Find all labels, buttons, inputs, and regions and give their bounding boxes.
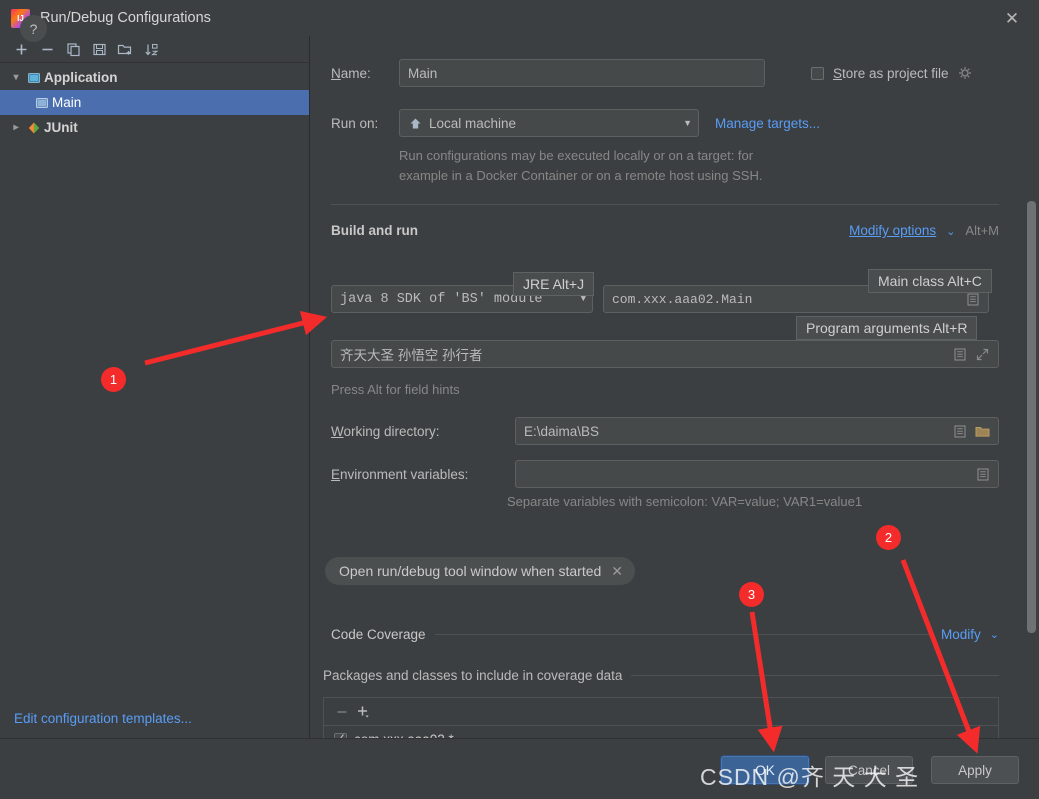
folder-icon[interactable] [975, 424, 990, 439]
annotation-badge-1: 1 [101, 367, 126, 392]
modify-options-shortcut: Alt+M [965, 223, 999, 238]
manage-targets-link[interactable]: Manage targets... [715, 116, 820, 131]
title-bar: Run/Debug Configurations ✕ [0, 0, 1039, 36]
application-icon [24, 71, 44, 85]
packages-section: Packages and classes to include in cover… [323, 668, 999, 683]
run-on-label: Run on: [331, 115, 379, 131]
chevron-down-icon[interactable]: ⌄ [990, 628, 999, 641]
chevron-down-icon[interactable]: ▾ [8, 72, 24, 83]
modify-options-link[interactable]: Modify options [849, 223, 936, 238]
run-debug-configurations-dialog: Run/Debug Configurations ✕ [0, 0, 1039, 799]
main-class-value: com.xxx.aaa02.Main [612, 291, 753, 307]
target-description-line2: example in a Docker Container or on a re… [399, 168, 763, 183]
form-scrollbar[interactable] [1027, 201, 1036, 738]
store-as-project-file-label: Store as project file [833, 65, 949, 81]
page-title: Run/Debug Configurations [40, 10, 211, 26]
tree-node-main[interactable]: Main [0, 90, 309, 115]
configurations-tree: ▾ Application Main ▸ JUnit [0, 63, 309, 140]
coverage-packages-list: com.xxx.aaa02.* [323, 697, 999, 738]
open-tool-window-option[interactable]: Open run/debug tool window when started … [325, 557, 636, 585]
run-config-icon [32, 96, 52, 110]
gear-icon[interactable] [958, 66, 973, 81]
tree-node-junit[interactable]: ▸ JUnit [0, 115, 309, 140]
copy-icon[interactable] [60, 38, 86, 60]
close-icon[interactable]: ✕ [1001, 8, 1023, 30]
close-icon[interactable]: ✕ [611, 563, 623, 580]
annotation-badge-3: 3 [739, 582, 764, 607]
store-as-project-file-checkbox[interactable] [811, 66, 824, 80]
environment-variables-label: Environment variables: [331, 466, 469, 482]
program-arguments-value: 齐天大圣 孙悟空 孙行者 [340, 348, 483, 363]
junit-icon [24, 121, 44, 135]
open-tool-window-label: Open run/debug tool window when started [339, 563, 602, 579]
working-directory-input[interactable]: E:\daima\BS [515, 417, 999, 445]
cancel-button[interactable]: Cancel [825, 756, 913, 784]
section-divider [434, 634, 933, 635]
expand-list-icon[interactable] [952, 347, 967, 362]
tree-node-label: Main [52, 95, 82, 110]
chevron-right-icon[interactable]: ▸ [8, 122, 24, 133]
new-folder-icon[interactable] [112, 38, 138, 60]
build-and-run-header: Build and run Modify options ⌄ Alt+M [331, 223, 999, 238]
chevron-down-icon[interactable]: ▼ [683, 118, 692, 128]
sort-alpha-icon[interactable] [138, 38, 164, 60]
chevron-down-icon[interactable]: ⌄ [946, 225, 955, 238]
section-divider [331, 204, 999, 205]
configurations-sidebar: ▾ Application Main ▸ JUnit Edit configur… [0, 36, 310, 738]
ok-button[interactable]: OK [721, 756, 809, 784]
tree-node-label: Application [44, 70, 118, 85]
minus-icon[interactable] [334, 704, 349, 719]
expand-list-icon[interactable] [975, 467, 990, 482]
working-directory-value: E:\daima\BS [524, 423, 600, 439]
name-input[interactable]: Main [399, 59, 765, 87]
section-divider [631, 675, 999, 676]
target-description-line1: Run configurations may be executed local… [399, 148, 754, 163]
name-row: Name: Main Store as project file [331, 59, 1021, 87]
run-on-row: Run on: Local machine ▼ Manage targets..… [331, 109, 1021, 137]
environment-variables-input[interactable] [515, 460, 999, 488]
expand-list-icon[interactable] [952, 424, 967, 439]
tree-node-label: JUnit [44, 120, 78, 135]
tooltip-program-arguments: Program arguments Alt+R [796, 316, 978, 340]
packages-section-title: Packages and classes to include in cover… [323, 668, 623, 683]
scrollbar-thumb[interactable] [1027, 201, 1036, 633]
local-machine-icon [408, 116, 423, 131]
save-icon[interactable] [86, 38, 112, 60]
coverage-list-item[interactable]: com.xxx.aaa02.* [324, 726, 998, 738]
expand-editor-icon[interactable] [975, 347, 990, 362]
configuration-form: Name: Main Store as project file Run on: [311, 36, 1039, 738]
apply-button[interactable]: Apply [931, 756, 1019, 784]
working-directory-row-real: Working directory: E:\daima\BS [331, 417, 999, 445]
tooltip-jre: JRE Alt+J [513, 272, 595, 296]
program-arguments-input[interactable]: 齐天大圣 孙悟空 孙行者 [331, 340, 999, 368]
environment-variables-hint: Separate variables with semicolon: VAR=v… [507, 494, 863, 509]
build-and-run-title: Build and run [331, 223, 418, 238]
plus-dropdown-icon[interactable] [355, 704, 375, 719]
remove-configuration-button[interactable] [34, 38, 60, 60]
tooltip-main-class: Main class Alt+C [868, 269, 992, 293]
help-button[interactable]: ? [20, 15, 47, 42]
environment-variables-row: Environment variables: [331, 460, 999, 488]
working-directory-label: Working directory: [331, 423, 440, 439]
field-hint: Press Alt for field hints [331, 382, 460, 397]
sidebar-toolbar [0, 36, 309, 63]
code-coverage-modify-link[interactable]: Modify [941, 627, 981, 642]
annotation-badge-2: 2 [876, 525, 901, 550]
run-on-value: Local machine [429, 115, 517, 131]
edit-configuration-templates-link[interactable]: Edit configuration templates... [14, 711, 192, 726]
run-on-target-select[interactable]: Local machine ▼ [399, 109, 699, 137]
code-coverage-section: Code Coverage Modify ⌄ [331, 627, 999, 642]
tree-node-application[interactable]: ▾ Application [0, 65, 309, 90]
code-coverage-title: Code Coverage [331, 627, 426, 642]
coverage-list-toolbar [324, 698, 998, 726]
expand-list-icon[interactable] [965, 292, 980, 307]
target-description: Run configurations may be executed local… [399, 148, 999, 183]
name-label: Name: [331, 65, 371, 81]
